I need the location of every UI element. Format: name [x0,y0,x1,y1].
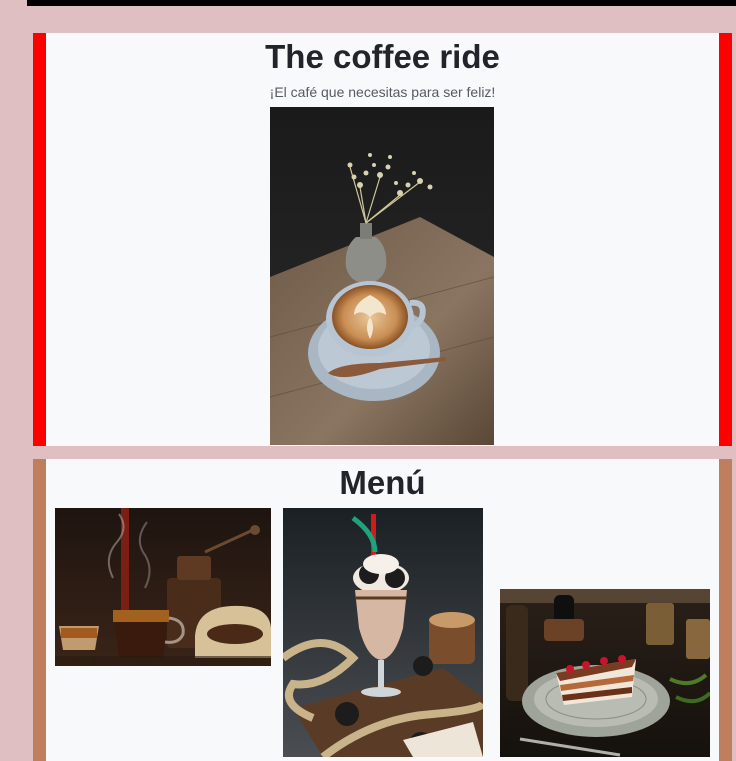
menu-section: Menú [33,459,732,761]
latte-art-illustration [270,107,494,445]
coffee-pour-beans-photo [55,508,271,666]
cookie-milkshake-photo [283,508,483,757]
hero-section: The coffee ride ¡El café que necesitas p… [33,33,732,446]
latte-art-cup-photo [270,107,494,445]
cake-slice-illustration [500,589,710,757]
page-title: The coffee ride [265,38,500,75]
top-bar [27,0,736,6]
coffee-pour-illustration [55,508,271,666]
menu-title: Menú [339,464,426,501]
milkshake-illustration [283,508,483,757]
cake-slice-plate-photo [500,589,710,757]
hero-subtitle: ¡El café que necesitas para ser feliz! [269,84,496,100]
